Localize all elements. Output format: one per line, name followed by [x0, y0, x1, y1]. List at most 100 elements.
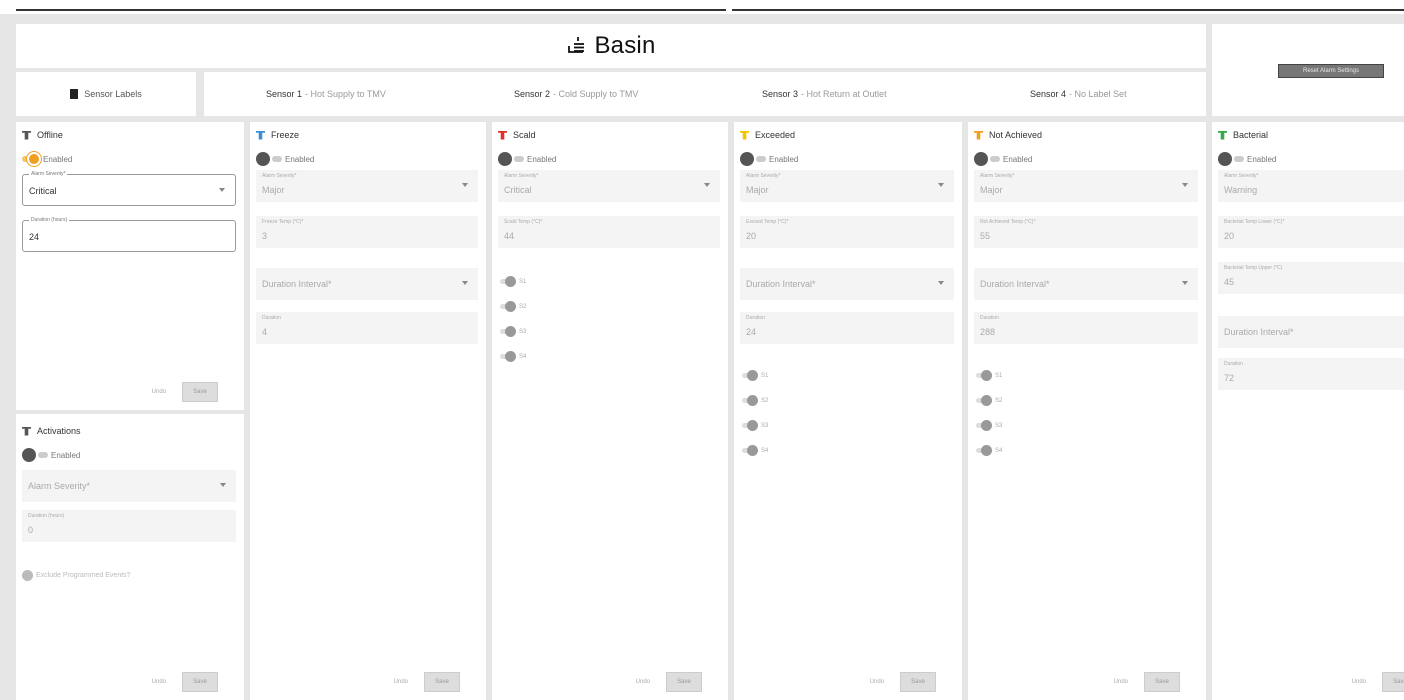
bacterial-interval-select[interactable]: Duration Interval* [1218, 316, 1404, 348]
chevron-down-icon [219, 188, 225, 192]
sensor-s3-toggle[interactable]: S3 [742, 420, 768, 431]
scald-severity-select[interactable]: Alarm Severity* Critical [498, 170, 720, 202]
exclude-programmed-events-toggle[interactable]: Exclude Programmed Events? [22, 570, 131, 581]
chevron-down-icon [462, 183, 468, 187]
exceeded-card: Exceeded Enabled Alarm Severity* Major E… [734, 122, 962, 700]
freeze-severity-select[interactable]: Alarm Severity* Major [256, 170, 478, 202]
exceeded-interval-select[interactable]: Duration Interval* [740, 268, 954, 300]
activations-card: Activations Enabled Alarm Severity* Dura… [16, 414, 244, 700]
shirt-icon [1218, 130, 1227, 140]
freeze-header: Freeze [256, 130, 299, 140]
page-title: Basin [594, 32, 656, 59]
sensor-4-label: Sensor 4 - No Label Set [1030, 89, 1127, 99]
sensor-2-label: Sensor 2 - Cold Supply to TMV [514, 89, 639, 99]
not-achieved-severity-select[interactable]: Alarm Severity* Major [974, 170, 1198, 202]
sensor-s2-toggle[interactable]: S2 [976, 395, 1002, 406]
bacterial-enabled-toggle[interactable]: Enabled [1218, 152, 1276, 166]
activations-enabled-toggle[interactable]: Enabled [22, 448, 80, 462]
not-achieved-enabled-toggle[interactable]: Enabled [974, 152, 1032, 166]
sensor-1-label: Sensor 1 - Hot Supply to TMV [266, 89, 386, 99]
offline-actions: Undo Save [152, 382, 218, 402]
freeze-duration-input[interactable]: Duration 4 [256, 312, 478, 344]
freeze-temp-input[interactable]: Freeze Temp (°C)* 3 [256, 216, 478, 248]
reset-alarm-settings-button[interactable]: Reset Alarm Settings [1278, 64, 1384, 78]
shirt-icon [256, 130, 265, 140]
undo-button[interactable]: Undo [1114, 679, 1128, 685]
chevron-down-icon [1182, 183, 1188, 187]
chevron-down-icon [462, 281, 468, 285]
activations-header: Activations [22, 426, 81, 436]
scald-temp-input[interactable]: Scald Temp (°C)* 44 [498, 216, 720, 248]
save-button[interactable]: Save [424, 672, 460, 692]
offline-header: Offline [22, 130, 63, 140]
undo-button[interactable]: Undo [152, 679, 166, 685]
activations-severity-select[interactable]: Alarm Severity* [22, 470, 236, 502]
exceeded-severity-select[interactable]: Alarm Severity* Major [740, 170, 954, 202]
sensor-bar: Sensor 1 - Hot Supply to TMV Sensor 2 - … [204, 72, 1206, 116]
basin-icon [566, 35, 588, 57]
sensor-s4-toggle[interactable]: S4 [742, 445, 768, 456]
freeze-actions: Undo Save [394, 672, 460, 692]
undo-button[interactable]: Undo [1352, 679, 1366, 685]
scald-enabled-toggle[interactable]: Enabled [498, 152, 556, 166]
freeze-interval-select[interactable]: Duration Interval* [256, 268, 478, 300]
document-icon [70, 89, 79, 99]
exceeded-enabled-toggle[interactable]: Enabled [740, 152, 798, 166]
not-achieved-card: Not Achieved Enabled Alarm Severity* Maj… [968, 122, 1206, 700]
sensor-s1-toggle[interactable]: S1 [742, 370, 768, 381]
shirt-icon [740, 130, 749, 140]
shirt-icon [498, 130, 507, 140]
sensor-labels-text: Sensor Labels [84, 89, 142, 99]
sensor-s1-toggle[interactable]: S1 [976, 370, 1002, 381]
offline-severity-select[interactable]: Alarm Severity* Critical [22, 171, 236, 206]
offline-card: Offline Enabled Alarm Severity* Critical… [16, 122, 244, 410]
offline-enabled-toggle[interactable]: Enabled [22, 152, 72, 166]
activations-actions: Undo Save [152, 672, 218, 692]
undo-button[interactable]: Undo [152, 389, 166, 395]
undo-button[interactable]: Undo [636, 679, 650, 685]
save-button[interactable]: Save [1382, 672, 1404, 692]
undo-button[interactable]: Undo [394, 679, 408, 685]
sensor-s4-toggle[interactable]: S4 [976, 445, 1002, 456]
bacterial-temp-lower-input[interactable]: Bacterial Temp Lower (°C)* 20 [1218, 216, 1404, 248]
freeze-card: Freeze Enabled Alarm Severity* Major Fre… [250, 122, 486, 700]
top-divider-left [16, 9, 726, 11]
not-achieved-header: Not Achieved [974, 130, 1042, 140]
exceeded-temp-input[interactable]: Exceed Temp (°C)* 20 [740, 216, 954, 248]
exceeded-header: Exceeded [740, 130, 795, 140]
bacterial-severity-select[interactable]: Alarm Severity* Warning [1218, 170, 1404, 202]
activations-duration-input[interactable]: Duration (hours) 0 [22, 510, 236, 542]
sensor-s4-toggle[interactable]: S4 [500, 351, 526, 362]
freeze-enabled-toggle[interactable]: Enabled [256, 152, 314, 166]
not-achieved-duration-input[interactable]: Duration 288 [974, 312, 1198, 344]
save-button[interactable]: Save [1144, 672, 1180, 692]
title-panel: Basin [16, 24, 1206, 68]
bacterial-temp-upper-input[interactable]: Bacterial Temp Upper (°C) 45 [1218, 262, 1404, 294]
chevron-down-icon [704, 183, 710, 187]
offline-duration-input[interactable]: Duration (hours) 24 [22, 217, 236, 252]
bacterial-card: Bacterial Enabled Alarm Severity* Warnin… [1212, 122, 1404, 700]
scald-actions: Undo Save [636, 672, 702, 692]
not-achieved-interval-select[interactable]: Duration Interval* [974, 268, 1198, 300]
save-button[interactable]: Save [666, 672, 702, 692]
bacterial-duration-input[interactable]: Duration 72 [1218, 358, 1404, 390]
top-divider-right [732, 9, 1404, 11]
sensor-labels-button[interactable]: Sensor Labels [16, 72, 196, 116]
sensor-s1-toggle[interactable]: S1 [500, 276, 526, 287]
sensor-s2-toggle[interactable]: S2 [500, 301, 526, 312]
scald-header: Scald [498, 130, 536, 140]
sensor-s3-toggle[interactable]: S3 [976, 420, 1002, 431]
sensor-s3-toggle[interactable]: S3 [500, 326, 526, 337]
undo-button[interactable]: Undo [870, 679, 884, 685]
bacterial-header: Bacterial [1218, 130, 1268, 140]
shirt-icon [974, 130, 983, 140]
sensor-3-label: Sensor 3 - Hot Return at Outlet [762, 89, 887, 99]
save-button[interactable]: Save [182, 382, 218, 402]
exceeded-duration-input[interactable]: Duration 24 [740, 312, 954, 344]
chevron-down-icon [220, 483, 226, 487]
scald-card: Scald Enabled Alarm Severity* Critical S… [492, 122, 728, 700]
save-button[interactable]: Save [900, 672, 936, 692]
save-button[interactable]: Save [182, 672, 218, 692]
not-achieved-temp-input[interactable]: Not Achieved Temp (°C)* 55 [974, 216, 1198, 248]
sensor-s2-toggle[interactable]: S2 [742, 395, 768, 406]
